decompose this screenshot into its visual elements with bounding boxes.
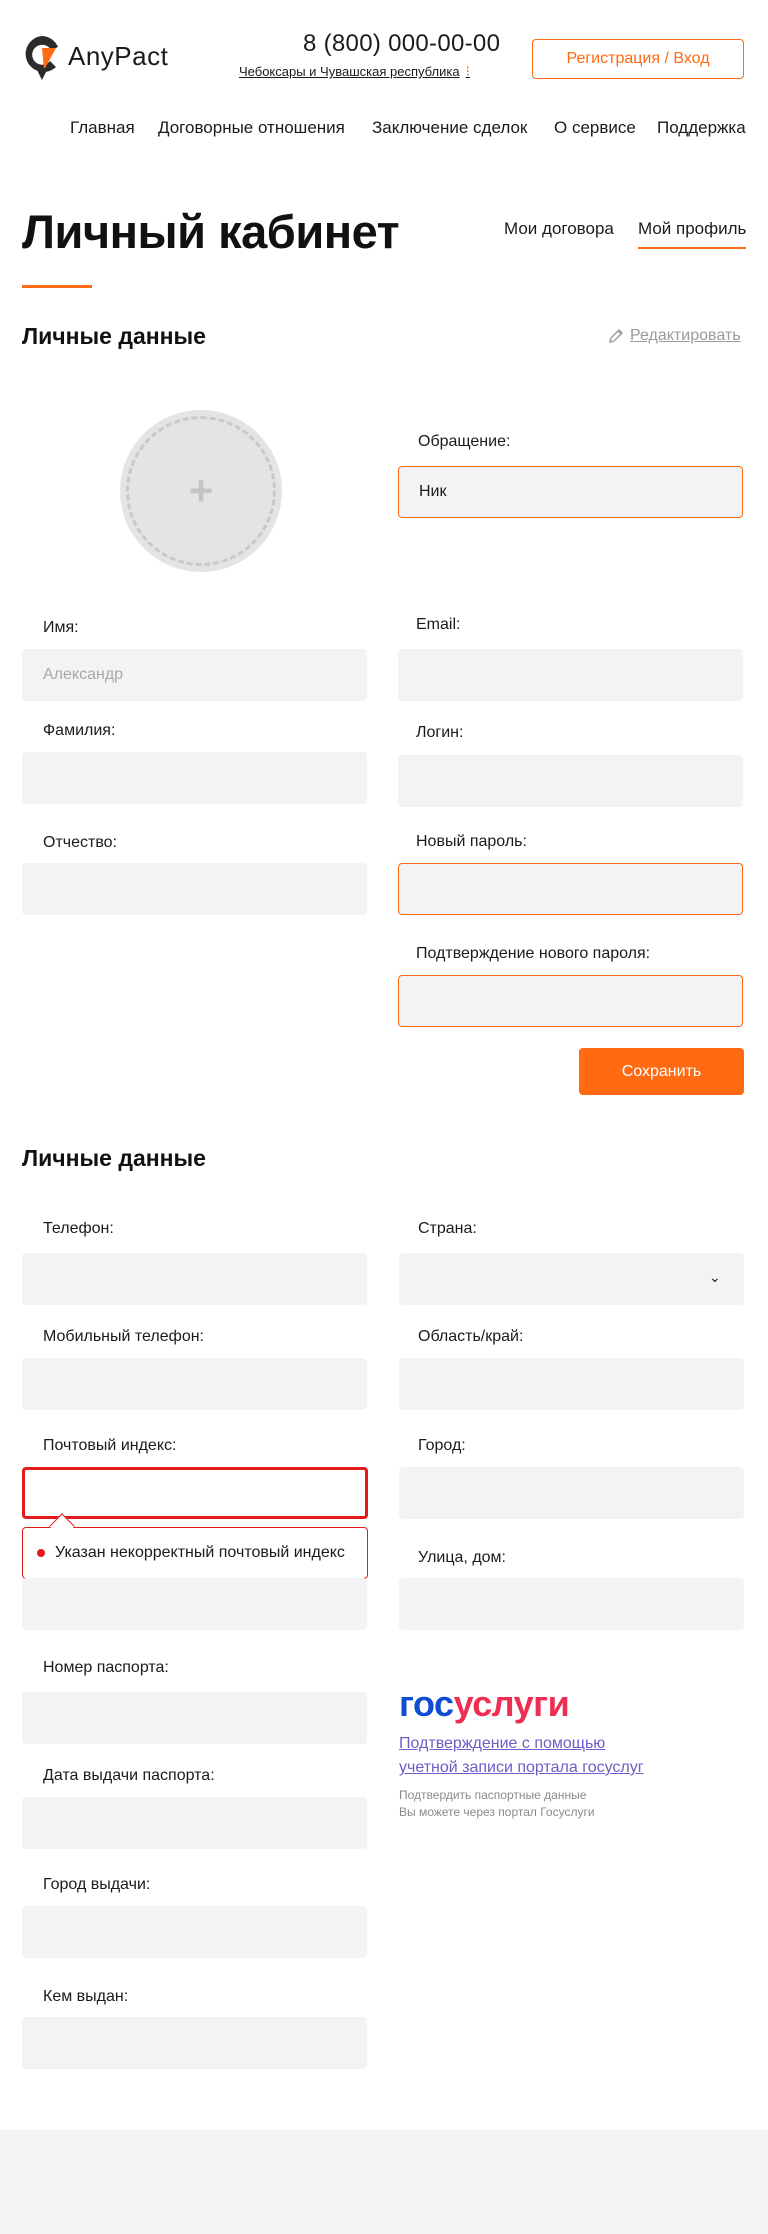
issued-by-label: Кем выдан: xyxy=(43,1988,129,2005)
passport-number-label: Номер паспорта: xyxy=(43,1659,169,1676)
save-button[interactable]: Сохранить xyxy=(579,1048,744,1095)
footer xyxy=(0,2130,768,2234)
gosuslugi-logo: госуслуги xyxy=(399,1683,570,1725)
gosuslugi-note-line2: Вы можете через портал Госуслуги xyxy=(399,1805,595,1819)
more-dots-icon: ⁝ xyxy=(465,63,470,79)
postal-error-text: Указан некорректный почтовый индекс xyxy=(55,1544,345,1561)
gosuslugi-logo-part2: услуги xyxy=(453,1683,570,1724)
gosuslugi-note: Подтвердить паспортные данные Вы можете … xyxy=(399,1787,659,1821)
login-label: Логин: xyxy=(416,724,464,741)
nav-item-about[interactable]: О сервисе xyxy=(554,118,636,138)
gosuslugi-link[interactable]: Подтверждение с помощью учетной записи п… xyxy=(399,1732,659,1780)
region-label: Область/край: xyxy=(418,1328,524,1345)
mobile-phone-input[interactable] xyxy=(22,1358,367,1410)
middle-name-label: Отчество: xyxy=(43,834,117,851)
title-underline xyxy=(22,285,92,288)
last-name-label: Фамилия: xyxy=(43,722,116,739)
confirm-password-label: Подтверждение нового пароля: xyxy=(416,945,651,962)
region-label: Чебоксары и Чувашская республика xyxy=(239,64,460,79)
login-register-button[interactable]: Регистрация / Вход xyxy=(532,39,744,79)
postal-code-error: Указан некорректный почтовый индекс xyxy=(22,1513,368,1579)
error-dot-icon xyxy=(37,1549,45,1557)
site-header: AnyPact 8 (800) 000-00-00 Чебоксары и Чу… xyxy=(0,0,768,137)
first-name-input[interactable] xyxy=(22,649,367,701)
edit-link[interactable]: Редактировать xyxy=(608,327,741,345)
city-label: Город: xyxy=(418,1437,466,1454)
first-name-label: Имя: xyxy=(43,619,79,636)
email-input[interactable] xyxy=(398,649,743,701)
phone-label: Телефон: xyxy=(43,1220,114,1237)
plus-icon: + xyxy=(188,467,214,514)
pencil-icon xyxy=(609,329,623,343)
tab-my-profile[interactable]: Мой профиль xyxy=(638,219,747,249)
country-label: Страна: xyxy=(418,1220,477,1237)
avatar-upload[interactable]: + xyxy=(120,410,282,572)
chevron-down-icon: ⌄ xyxy=(709,1269,721,1285)
tab-my-contracts[interactable]: Мои договора xyxy=(504,219,614,239)
middle-name-input[interactable] xyxy=(22,863,367,915)
new-password-label: Новый пароль: xyxy=(416,833,527,850)
nav-item-support[interactable]: Поддержка xyxy=(657,118,746,138)
avatar-dropzone: + xyxy=(126,416,276,566)
edit-label: Редактировать xyxy=(630,327,741,344)
logo[interactable]: AnyPact xyxy=(22,34,168,82)
nav-item-home[interactable]: Главная xyxy=(70,118,135,138)
country-select[interactable] xyxy=(399,1253,744,1305)
passport-date-label: Дата выдачи паспорта: xyxy=(43,1767,215,1784)
nav-item-deals[interactable]: Заключение сделок xyxy=(372,118,527,138)
issue-city-input[interactable] xyxy=(22,1906,367,1958)
salutation-label: Обращение: xyxy=(418,433,511,450)
salutation-input[interactable] xyxy=(398,466,743,518)
nav-item-contracts[interactable]: Договорные отношения xyxy=(158,118,345,138)
email-label: Email: xyxy=(416,616,461,633)
city-input[interactable] xyxy=(399,1467,744,1519)
issue-city-label: Город выдачи: xyxy=(43,1876,151,1893)
street-input[interactable] xyxy=(399,1578,744,1630)
login-input[interactable] xyxy=(398,755,743,807)
gosuslugi-note-line1: Подтвердить паспортные данные xyxy=(399,1788,587,1802)
phone-number[interactable]: 8 (800) 000-00-00 xyxy=(303,30,500,58)
last-name-input[interactable] xyxy=(22,752,367,804)
postal-code-label: Почтовый индекс: xyxy=(43,1437,177,1454)
issued-by-input[interactable] xyxy=(22,2017,367,2069)
logo-text: AnyPact xyxy=(68,40,169,71)
region-selector[interactable]: Чебоксары и Чувашская республика ⁝ xyxy=(239,63,470,80)
postal-code-input[interactable] xyxy=(22,1467,368,1519)
mobile-phone-label: Мобильный телефон: xyxy=(43,1328,204,1345)
profile-page: AnyPact 8 (800) 000-00-00 Чебоксары и Чу… xyxy=(0,0,768,2234)
personal-section-title: Личные данные xyxy=(22,323,206,349)
passport-date-input[interactable] xyxy=(22,1797,367,1849)
street-label: Улица, дом: xyxy=(418,1549,506,1566)
gosuslugi-logo-part1: гос xyxy=(399,1683,454,1724)
confirm-password-input[interactable] xyxy=(398,975,743,1027)
contacts-section-title: Личные данные xyxy=(22,1145,206,1171)
new-password-input[interactable] xyxy=(398,863,743,915)
passport-number-input[interactable] xyxy=(22,1692,367,1744)
phone-input[interactable] xyxy=(22,1253,367,1305)
region-input[interactable] xyxy=(399,1358,744,1410)
postal-extra-input[interactable] xyxy=(22,1578,367,1630)
main-nav: Главная Договорные отношения Заключение … xyxy=(0,118,768,142)
logo-icon xyxy=(22,34,62,82)
page-title: Личный кабинет xyxy=(22,205,400,258)
